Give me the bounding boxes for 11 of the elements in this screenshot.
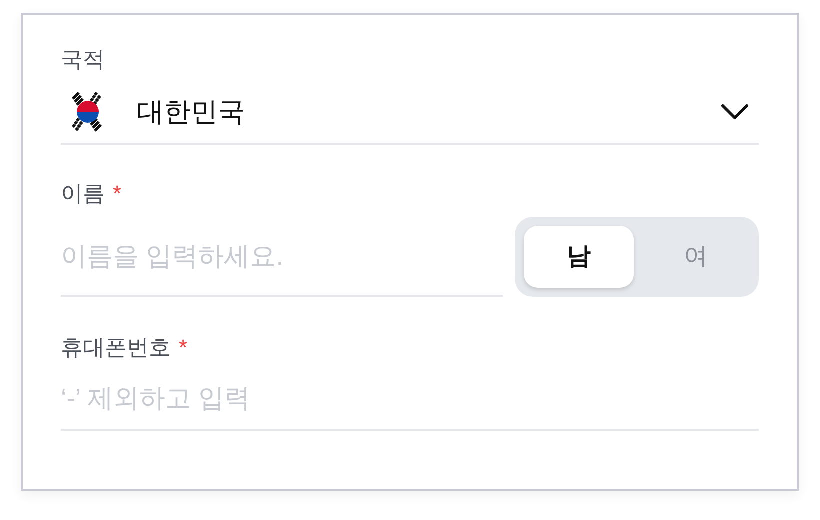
name-input[interactable]: 이름을 입력하세요.: [61, 217, 503, 297]
required-asterisk: *: [179, 334, 188, 362]
country-select[interactable]: 대한민국: [61, 83, 759, 145]
field-label: 이름: [61, 180, 105, 208]
field-label: 국적: [61, 46, 106, 74]
field-label: 휴대폰번호: [61, 334, 171, 362]
phone-input[interactable]: ‘-’ 제외하고 입력: [61, 367, 759, 431]
chevron-down-icon: [721, 104, 749, 120]
selected-country: 대한민국: [137, 96, 245, 129]
gender-option[interactable]: 남: [524, 226, 634, 288]
required-asterisk: *: [113, 180, 122, 208]
